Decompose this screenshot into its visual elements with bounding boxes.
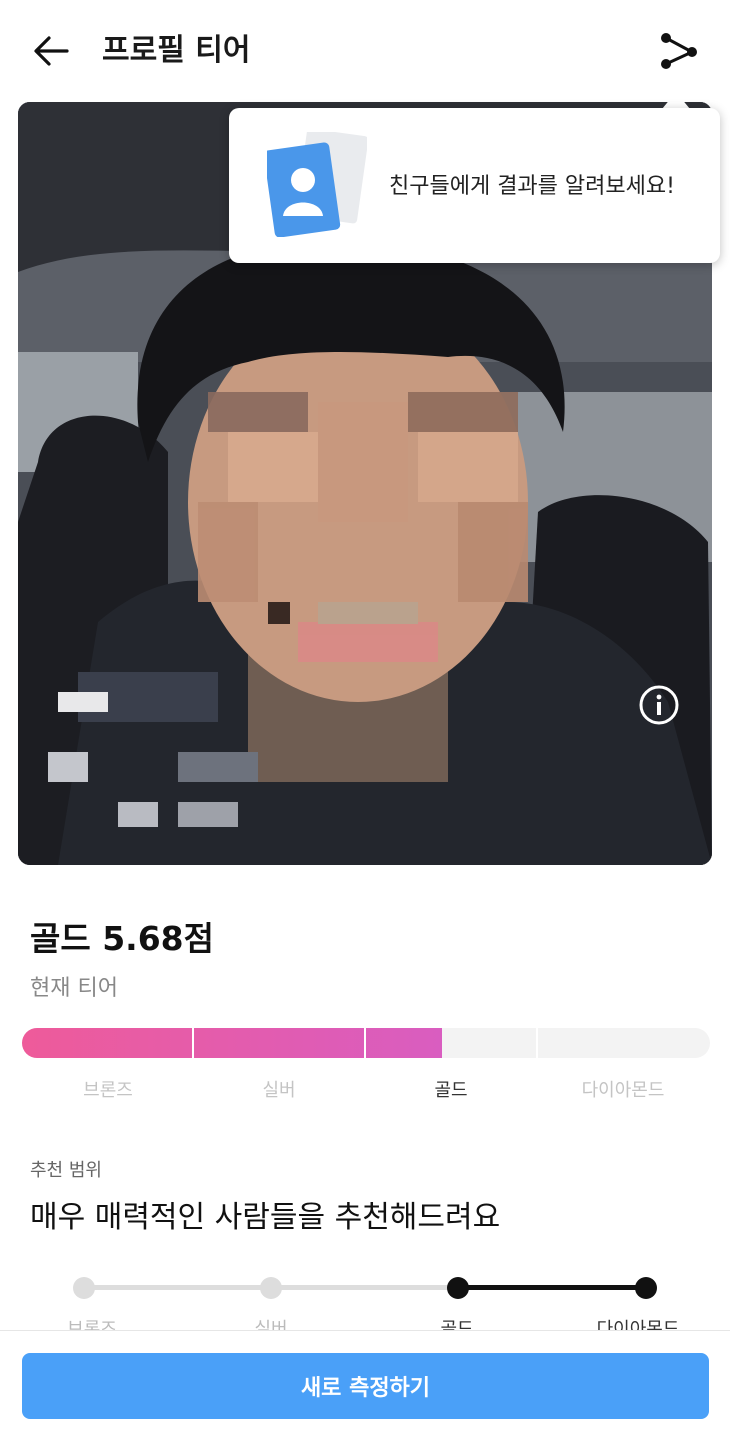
share-tooltip[interactable]: 친구들에게 결과를 알려보세요!	[229, 108, 720, 263]
recommend-caption: 추천 범위	[30, 1160, 102, 1181]
tier-label-diamond: 다이아몬드	[581, 1080, 665, 1101]
share-icon	[661, 33, 697, 69]
range-track-active	[458, 1285, 646, 1290]
tooltip-arrow	[662, 92, 690, 109]
arrow-left-icon	[34, 36, 69, 66]
tier-divider	[536, 1028, 538, 1058]
remeasure-button[interactable]: 새로 측정하기	[22, 1353, 709, 1419]
info-icon	[639, 685, 679, 725]
range-dot-diamond[interactable]	[635, 1277, 657, 1299]
tooltip-text: 친구들에게 결과를 알려보세요!	[389, 174, 675, 199]
back-button[interactable]	[30, 30, 72, 72]
tier-label-bronze: 브론즈	[83, 1080, 133, 1101]
recommend-title: 매우 매력적인 사람들을 추천해드려요	[30, 1200, 501, 1235]
info-button[interactable]	[638, 684, 680, 726]
score-subtitle: 현재 티어	[30, 976, 118, 1001]
tier-label-silver: 실버	[262, 1080, 296, 1101]
recommend-range-slider[interactable]	[73, 1277, 657, 1299]
tier-progress-fill	[22, 1028, 442, 1058]
range-dot-bronze[interactable]	[73, 1277, 95, 1299]
tier-divider	[364, 1028, 366, 1058]
range-dot-silver[interactable]	[260, 1277, 282, 1299]
profile-card-icon	[263, 128, 369, 238]
range-dot-gold[interactable]	[447, 1277, 469, 1299]
share-button[interactable]	[656, 30, 702, 72]
app-header: 프로필 티어	[0, 0, 730, 102]
page-title: 프로필 티어	[102, 33, 251, 68]
tier-progress-bar	[22, 1028, 710, 1058]
tier-label-gold: 골드	[434, 1080, 468, 1101]
tier-divider	[192, 1028, 194, 1058]
score-title: 골드 5.68점	[30, 919, 214, 958]
